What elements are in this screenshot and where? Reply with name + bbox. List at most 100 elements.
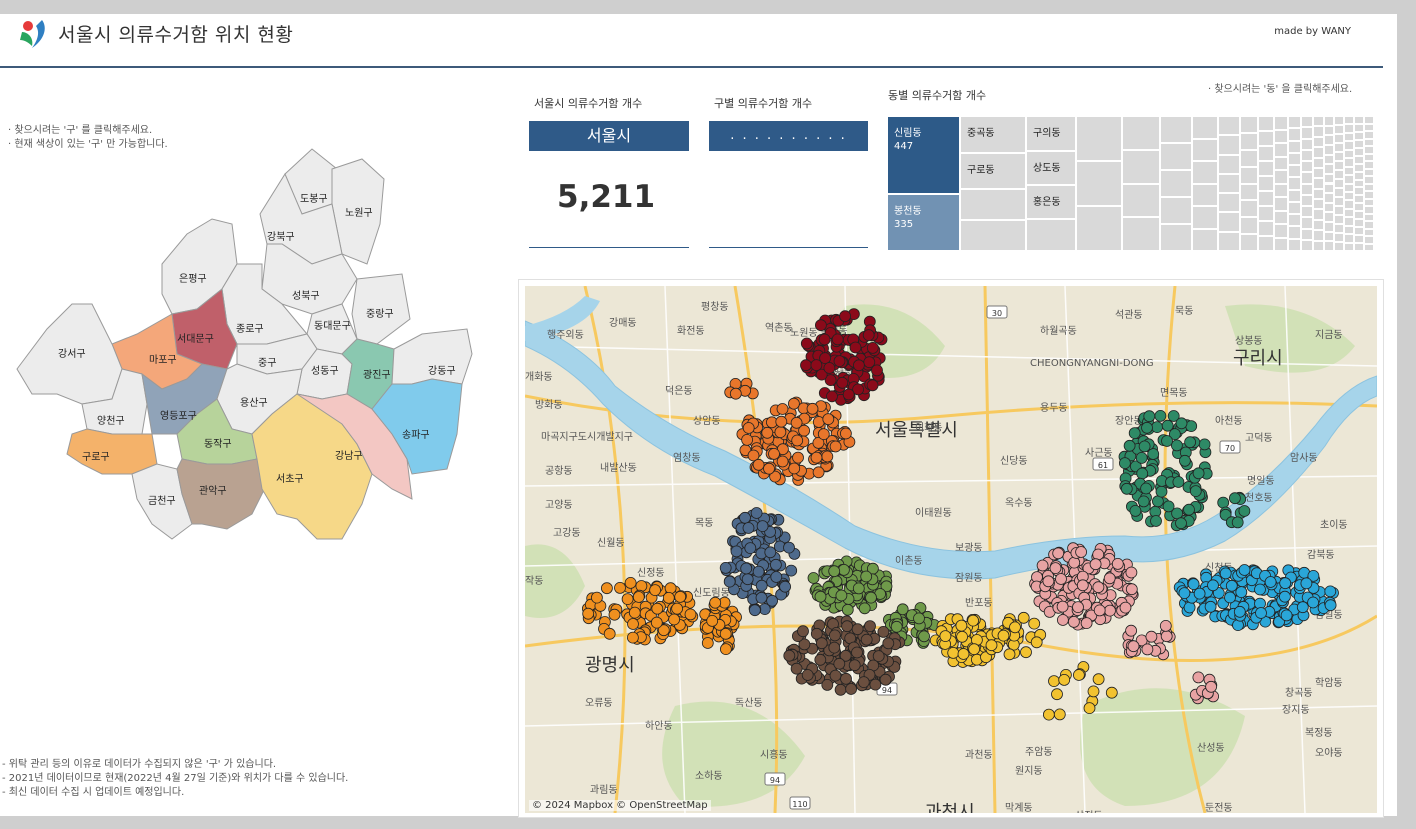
bin-location-dot[interactable] <box>836 376 849 389</box>
bin-location-dot[interactable] <box>1020 646 1032 659</box>
treemap-cell[interactable] <box>1334 161 1344 170</box>
bin-location-dot[interactable] <box>845 683 858 695</box>
bin-location-dot[interactable] <box>821 678 834 691</box>
treemap-cell[interactable] <box>1364 168 1374 176</box>
treemap-cell[interactable] <box>1274 143 1288 157</box>
treemap-cell[interactable] <box>1364 243 1374 251</box>
treemap-cell[interactable] <box>1288 116 1301 129</box>
bin-location-dot[interactable] <box>761 426 774 439</box>
treemap-cell[interactable] <box>1192 228 1218 251</box>
bin-location-dot[interactable] <box>730 545 743 558</box>
bin-location-dot[interactable] <box>1140 482 1152 495</box>
treemap-cell[interactable] <box>1334 224 1344 233</box>
bin-location-dot[interactable] <box>800 359 812 372</box>
bin-location-dot[interactable] <box>1055 573 1067 585</box>
bin-location-dot[interactable] <box>797 625 809 638</box>
treemap-cell[interactable] <box>1313 230 1324 241</box>
bin-location-dot[interactable] <box>1125 583 1138 596</box>
treemap-cell[interactable] <box>1364 161 1374 169</box>
bin-location-dot[interactable] <box>1075 546 1087 558</box>
bin-location-dot[interactable] <box>651 602 664 615</box>
bin-location-dot[interactable] <box>1036 559 1049 572</box>
bin-location-dot[interactable] <box>740 562 753 575</box>
treemap-cell[interactable] <box>1274 116 1288 130</box>
bin-location-dot[interactable] <box>1229 492 1241 505</box>
bin-location-dot[interactable] <box>1125 624 1137 637</box>
treemap-cell[interactable] <box>1076 206 1122 251</box>
treemap-cell[interactable] <box>1344 124 1354 133</box>
treemap-cell[interactable] <box>1313 136 1324 148</box>
bin-location-dot[interactable] <box>1048 675 1060 688</box>
treemap-cell[interactable] <box>1192 138 1218 161</box>
treemap-cell[interactable] <box>1354 131 1364 140</box>
treemap-cell[interactable] <box>1334 242 1344 251</box>
treemap-cell[interactable] <box>1274 224 1288 238</box>
bin-location-dot[interactable] <box>828 629 841 642</box>
treemap-cell[interactable] <box>1313 178 1324 189</box>
bin-location-dot[interactable] <box>1307 596 1319 609</box>
treemap-cell[interactable] <box>1313 147 1324 158</box>
treemap-cell[interactable] <box>1334 215 1344 224</box>
bin-location-dot[interactable] <box>603 627 616 640</box>
treemap-cell[interactable] <box>1218 154 1240 174</box>
bin-location-dot[interactable] <box>1068 615 1080 628</box>
bin-location-dot[interactable] <box>1128 427 1141 440</box>
treemap-cell[interactable]: 구로동 <box>960 153 1026 189</box>
bin-location-dot[interactable] <box>755 579 768 592</box>
bin-location-dot[interactable] <box>776 455 789 468</box>
treemap-cell[interactable] <box>1334 170 1344 179</box>
treemap-cell[interactable] <box>1324 183 1334 194</box>
treemap-cell[interactable] <box>1301 138 1313 150</box>
treemap-cell[interactable] <box>1258 161 1274 176</box>
bin-location-dot[interactable] <box>1219 567 1232 580</box>
bin-location-dot[interactable] <box>1089 558 1102 571</box>
treemap-cell[interactable] <box>1288 177 1301 190</box>
treemap-cell[interactable] <box>1324 164 1334 174</box>
treemap-cell[interactable] <box>1334 125 1344 134</box>
treemap-cell[interactable] <box>1192 161 1218 184</box>
bin-location-dot[interactable] <box>1073 669 1085 681</box>
bin-location-dot[interactable] <box>956 630 969 643</box>
bin-location-dot[interactable] <box>709 596 722 609</box>
treemap-cell[interactable] <box>1301 127 1313 139</box>
bin-location-dot[interactable] <box>582 607 595 620</box>
bin-location-dot[interactable] <box>1279 590 1291 603</box>
seoul-select-button[interactable]: 서울시 <box>529 121 689 151</box>
bin-location-dot[interactable] <box>755 591 768 604</box>
bin-location-dot[interactable] <box>750 507 763 519</box>
bin-location-dot[interactable] <box>719 561 732 574</box>
bin-location-dot[interactable] <box>788 462 801 475</box>
treemap-cell[interactable] <box>1364 198 1374 206</box>
bin-location-dot[interactable] <box>1255 607 1267 619</box>
treemap-cell[interactable] <box>1344 166 1354 176</box>
bin-location-dot[interactable] <box>766 594 779 607</box>
bin-location-dot[interactable] <box>807 572 820 584</box>
bin-location-dot[interactable] <box>608 608 621 621</box>
treemap-cell[interactable] <box>1160 170 1192 197</box>
treemap-cell[interactable] <box>1240 200 1258 218</box>
bin-location-dot[interactable] <box>635 580 648 592</box>
bin-location-dot[interactable] <box>668 613 681 626</box>
bin-location-dot[interactable] <box>684 608 697 621</box>
bin-location-dot[interactable] <box>967 614 980 627</box>
treemap-cell[interactable] <box>1122 183 1160 218</box>
bin-location-dot[interactable] <box>701 637 714 649</box>
bin-location-dot[interactable] <box>1225 579 1238 592</box>
bin-location-dot[interactable] <box>1254 583 1266 596</box>
bin-location-dot[interactable] <box>823 362 836 374</box>
treemap-cell[interactable] <box>1301 161 1313 173</box>
bin-location-dot[interactable] <box>768 447 780 460</box>
bin-location-dot[interactable] <box>1161 435 1173 447</box>
bin-location-dot[interactable] <box>814 319 827 332</box>
bin-location-dot[interactable] <box>1056 600 1069 613</box>
treemap-cell[interactable] <box>1240 116 1258 133</box>
bin-location-dot[interactable] <box>742 422 755 434</box>
treemap-cell[interactable] <box>1354 243 1364 251</box>
bin-location-dot[interactable] <box>1217 496 1230 509</box>
bin-location-dot[interactable] <box>1324 585 1337 598</box>
bin-location-dot[interactable] <box>857 676 870 689</box>
bin-location-dot[interactable] <box>671 602 684 615</box>
bin-location-dot[interactable] <box>896 603 909 616</box>
bin-location-dot[interactable] <box>1279 577 1292 590</box>
bin-location-dot[interactable] <box>1296 601 1309 614</box>
